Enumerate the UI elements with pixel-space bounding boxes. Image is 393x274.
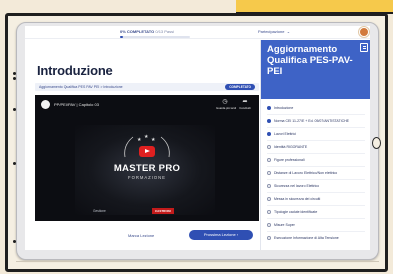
sidebar-divider [267,114,365,115]
page-title: Introduzione [37,63,113,78]
speech-burst [236,0,393,14]
progress-label: 0% COMPLETATO 0/13 Passi [120,29,174,34]
stage: 0% COMPLETATO 0/13 Passi Partecipazione … [0,0,393,274]
video-title[interactable]: PP/PEI/PAV | Capitolo 03 [54,102,99,107]
close-icon[interactable] [360,43,368,52]
status-badge: COMPLETATO [225,84,255,90]
user-menu-link[interactable]: Partecipazione ⌄ [258,29,290,34]
sidebar-item-label: Figure professionali [274,158,305,162]
mark-lesson-link[interactable]: Marca Lezione [128,233,154,238]
sidebar-item-label: Sicurezza nel lavoro Elettrico [274,184,320,188]
sidebar-item-label: Misure Super [274,223,295,227]
pending-dot-icon [267,236,271,240]
sidebar-divider [267,179,365,180]
brand-title: MASTER PRO [113,163,181,174]
sidebar-item-label: Norma CEI 11-27/E + Ed. 05/07/ANTISTATIC… [274,119,349,123]
sidebar-divider [267,231,365,232]
sidebar-divider [267,153,365,154]
sidebar-divider [267,192,365,193]
svg-text:★: ★ [137,137,142,143]
sidebar-divider [267,205,365,206]
frame-base-line [16,261,379,262]
user-link-label: Partecipazione [258,29,285,34]
share-icon: ➦ [242,99,248,105]
sidebar-item-label: Messa in sicurezza dei circuiti [274,197,321,201]
watch-later-label: Guarda più tardi [216,106,237,110]
share-label: Condividi [239,106,251,110]
sidebar-header: Aggiornamento Qualifica PES-PAV-PEI [261,40,370,99]
top-bar: 0% COMPLETATO 0/13 Passi Partecipazione … [25,26,370,39]
sidebar-title: Aggiornamento Qualifica PES-PAV-PEI [267,44,353,77]
sidebar-divider [267,127,365,128]
pending-dot-icon [267,184,271,188]
sidebar-item-label: Identità RIGORANTE [274,145,308,149]
chevron-down-icon: ⌄ [285,29,291,34]
next-lesson-button[interactable]: Prossima Lezione › [189,230,253,240]
sidebar-divider [267,218,365,219]
pending-dot-icon [267,158,271,162]
sidebar-divider [267,166,365,167]
sidebar-item-label: Lavori Elettrici [274,132,296,136]
progress-steps: 0/13 Passi [155,29,175,34]
sidebar-item-label: Esecuzione Informazione di Alta Tensione [274,236,339,240]
partner-logo: Gestione [93,209,106,213]
sidebar-item-label: Tipologie cadute identificate [274,210,318,214]
video-player[interactable]: PP/PEI/PAV | Capitolo 03 ◷ Guarda più ta… [35,95,259,221]
progress-percent: 0% COMPLETATO [120,29,155,34]
svg-text:★: ★ [151,137,156,143]
pending-dot-icon [267,145,271,149]
brand-subtitle: FORMAZIONE [128,175,166,180]
pending-dot-icon [267,171,271,175]
breadcrumb-bar: Aggiornamento Qualifica PES PAV PEI > In… [35,83,259,91]
avatar[interactable] [359,27,369,37]
completed-dot-icon [267,106,271,110]
breadcrumb[interactable]: Aggiornamento Qualifica PES PAV PEI > In… [39,85,123,89]
tablet-screen: 0% COMPLETATO 0/13 Passi Partecipazione … [25,26,370,250]
sidebar-item-label: Distanze di Lavoro Elettrico/Non elettri… [274,171,338,175]
sidebar-divider [267,140,365,141]
progress-bar [120,36,190,38]
pending-dot-icon [267,197,271,201]
course-sidebar: Aggiornamento Qualifica PES-PAV-PEI Intr… [260,40,370,250]
pending-dot-icon [267,210,271,214]
completed-dot-icon [267,119,271,123]
watch-later-button[interactable]: ◷ Guarda più tardi [216,99,237,110]
completed-dot-icon [267,132,271,136]
tablet-home-button [372,137,381,149]
share-button[interactable]: ➦ Condividi [236,99,254,110]
partner-badge: CASTRONI [152,208,174,214]
clock-icon: ◷ [222,99,228,105]
svg-text:★: ★ [144,134,149,140]
pending-dot-icon [267,223,271,227]
sidebar-item-label: Introduzione [274,106,294,110]
channel-logo-icon [41,100,50,109]
progress-fill [120,36,123,38]
play-button[interactable] [139,146,155,157]
